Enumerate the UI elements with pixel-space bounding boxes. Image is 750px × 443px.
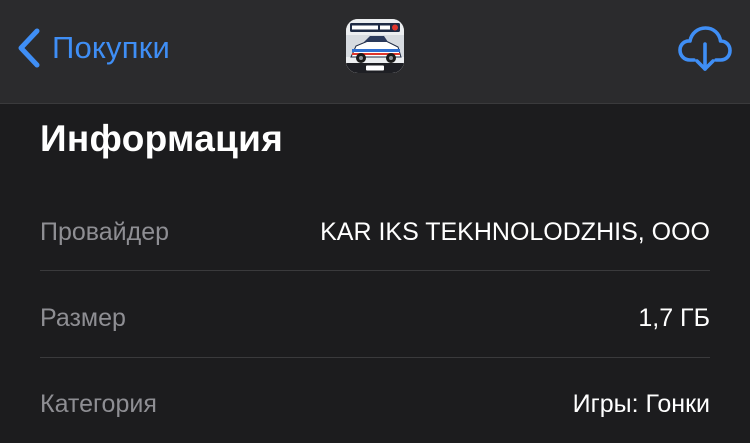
back-button[interactable]: Покупки [16, 26, 170, 70]
row-divider [40, 357, 710, 358]
section-title: Информация [40, 118, 284, 159]
category-value: Игры: Гонки [572, 389, 710, 418]
cloud-download-button[interactable] [678, 22, 732, 74]
cloud-download-icon [678, 26, 732, 71]
size-label: Размер [40, 303, 126, 332]
chevron-left-icon [18, 28, 40, 68]
size-value: 1,7 ГБ [638, 303, 710, 332]
info-row-provider: Провайдер KAR IKS TEKHNOLODZHIS, OOO [40, 189, 710, 275]
navigation-bar: Покупки [0, 0, 750, 104]
app-icon [346, 19, 404, 73]
info-row-size: Размер 1,7 ГБ [40, 275, 710, 361]
back-button-label: Покупки [52, 30, 170, 65]
row-divider [40, 270, 710, 271]
provider-label: Провайдер [40, 217, 170, 246]
provider-value: KAR IKS TEKHNOLODZHIS, OOO [320, 217, 710, 246]
category-label: Категория [40, 389, 157, 418]
info-row-category: Категория Игры: Гонки [40, 361, 710, 443]
app-info-screen: Покупки Информация Провайдер KAR IKS TEK… [0, 0, 750, 443]
